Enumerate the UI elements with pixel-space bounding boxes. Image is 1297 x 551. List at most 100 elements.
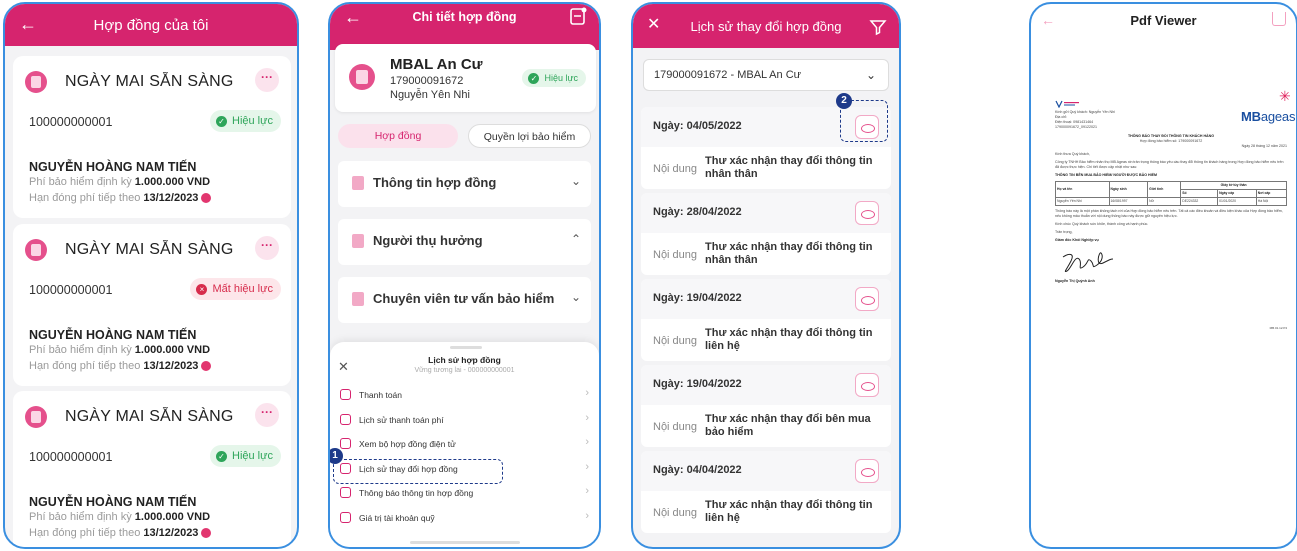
screen-contract-detail: ← Chi tiết hợp đồng MBAL An Cư 179000091…	[328, 2, 601, 549]
more-options-icon[interactable]: ···	[255, 236, 279, 260]
history-entry: Ngày: 28/04/2022 Nội dung Thư xác nhận tha…	[641, 193, 891, 275]
due-date-info: Hạn đóng phí tiếp theo 13/12/2023	[29, 192, 212, 204]
tab-bar: Hợp đồng Quyền lợi bảo hiểm	[338, 124, 591, 148]
chevron-right-icon: ›	[585, 387, 589, 399]
entry-date: Ngày: 04/04/2022	[653, 464, 742, 476]
page-title: Chi tiết hợp đồng	[412, 10, 517, 24]
people-icon	[352, 234, 364, 248]
chevron-right-icon: ›	[585, 436, 589, 448]
content-value: Thư xác nhận thay đổi bên mua bảo hiểm	[705, 413, 871, 438]
close-icon[interactable]: ✕	[647, 14, 660, 36]
document-menu-icon[interactable]	[569, 7, 587, 27]
signer-title: Giám đốc Khối Nghiệp vụ	[1055, 238, 1099, 242]
insured-name: NGUYỄN HOÀNG NAM TIẾN	[29, 160, 197, 174]
chevron-right-icon: ›	[585, 411, 589, 424]
premium-info: Phí bảo hiểm định kỳ 1.000.000 VND	[29, 176, 211, 188]
content-value: Thư xác nhận thay đổi thông tin liên hệ	[705, 499, 873, 524]
back-arrow-icon[interactable]: ←	[19, 13, 37, 35]
check-icon: ✓	[216, 450, 227, 462]
salutation: Kính thưa Quý khách,	[1055, 152, 1090, 156]
content-label: Nội dung	[653, 421, 698, 433]
sheet-title: Lịch sử hợp đồng	[428, 355, 501, 365]
screen-pdf-viewer: ← Pdf Viewer Kính gửi Quý khách: Nguyễn …	[1029, 2, 1297, 549]
body-text-2: Thông báo này là một phần không tách rời…	[1055, 209, 1283, 218]
content-value: Thư xác nhận thay đổi thông tin nhân thâ…	[705, 241, 873, 266]
back-arrow-icon[interactable]: ←	[344, 6, 362, 28]
history-entry: Ngày: 04/04/2022 Nội dung Thư xác nhận tha…	[641, 451, 891, 533]
content-value: Thư xác nhận thay đổi thông tin liên hệ	[705, 327, 873, 352]
contract-card[interactable]: NGÀY MAI SẴN SÀNG ··· 100000000001 ✓ Hiệu lự…	[13, 56, 291, 218]
home-indicator	[410, 541, 520, 544]
screen-contract-change-history: ✕ Lịch sử thay đổi hợp đồng 179000091672…	[631, 2, 901, 549]
status-badge: ✓ Hiệu lực	[522, 69, 586, 87]
menu-item-payment-history[interactable]: Lịch sử thanh toán phí ›	[330, 409, 599, 433]
menu-item-payment[interactable]: Thanh toán ›	[330, 384, 599, 408]
view-eye-icon[interactable]	[855, 201, 879, 225]
page-title: Lịch sử thay đổi hợp đồng	[690, 18, 842, 34]
contract-icon	[25, 71, 47, 93]
chevron-right-icon: ›	[585, 460, 589, 473]
contract-select[interactable]: 179000091672 - MBAL An Cư ⌄	[643, 59, 889, 91]
menu-item-contract-notice[interactable]: Thông báo thông tin hợp đồng ›	[330, 482, 599, 506]
payment-icon	[340, 389, 351, 400]
closing: Kính chúc Quý khách sức khỏe, thành công…	[1055, 222, 1149, 226]
contract-icon	[25, 406, 47, 428]
contract-number: 100000000001	[29, 115, 113, 129]
info-table: Họ và tên Ngày sinh Giới tính Giấy tờ tùy t…	[1055, 181, 1288, 206]
info-icon[interactable]	[201, 193, 212, 204]
info-icon[interactable]	[201, 361, 212, 372]
tab-insurance-benefits[interactable]: Quyền lợi bảo hiểm	[468, 124, 591, 148]
contract-summary-card: MBAL An Cư 179000091672 Nguyễn Yên Nhi ✓…	[335, 44, 596, 112]
check-icon: ✓	[216, 115, 227, 127]
entry-date: Ngày: 04/05/2022	[653, 120, 742, 132]
entry-date: Ngày: 28/04/2022	[653, 206, 742, 218]
sheet-subtitle: Vững tương lai - 000000000001	[414, 367, 515, 374]
menu-item-e-contract[interactable]: Xem bộ hợp đồng điện tử ›	[330, 433, 599, 457]
product-title: NGÀY MAI SẴN SÀNG	[65, 73, 234, 90]
signature	[1062, 252, 1114, 272]
contract-number: 100000000001	[29, 283, 113, 297]
sheet-handle[interactable]	[450, 346, 482, 349]
insured-name: NGUYỄN HOÀNG NAM TIẾN	[29, 495, 197, 509]
screen-my-contracts: ← Hợp đồng của tôi NGÀY MAI SẴN SÀNG ··· 1…	[3, 2, 299, 549]
view-eye-icon[interactable]	[855, 459, 879, 483]
contract-number: 100000000001	[29, 450, 113, 464]
body-text: Công ty TNHH Bảo hiểm nhân thọ MB Ageas …	[1055, 160, 1284, 169]
due-date-info: Hạn đóng phí tiếp theo 13/12/2023	[29, 527, 212, 539]
pdf-document: Kính gửi Quý khách: Nguyễn Yên Nhi Địa c…	[1055, 89, 1295, 331]
contract-card[interactable]: NGÀY MAI SẴN SÀNG ··· 100000000001 × Mất hiệ…	[13, 224, 291, 386]
download-icon[interactable]	[1272, 12, 1286, 26]
status-badge: × Mất hiệu lực	[190, 278, 281, 300]
view-eye-icon[interactable]	[855, 287, 879, 311]
content-label: Nội dung	[653, 507, 698, 519]
section-advisor[interactable]: Chuyên viên tư vấn bảo hiểm ⌄	[338, 277, 591, 323]
section-contract-info[interactable]: Thông tin hợp đồng ⌄	[338, 161, 591, 207]
mb-ageas-logo: MBageas	[1241, 109, 1296, 124]
chevron-down-icon: ⌄	[570, 174, 581, 188]
entry-date: Ngày: 19/04/2022	[653, 378, 742, 390]
more-options-icon[interactable]: ···	[255, 68, 279, 92]
tab-contract[interactable]: Hợp đồng	[338, 124, 458, 148]
table-title: THÔNG TIN BÊN MUA BẢO HIỂM/ NGƯỜI ĐƯỢC B…	[1055, 173, 1158, 177]
chevron-down-icon: ⌄	[570, 290, 581, 304]
content-label: Nội dung	[653, 249, 698, 261]
contract-icon	[25, 239, 47, 261]
doc-date: Ngày 28 tháng 12 năm 2021	[1241, 144, 1287, 148]
section-beneficiaries[interactable]: Người thụ hưởng ⌃	[338, 219, 591, 265]
menu-item-fund-value[interactable]: Giá trị tài khoản quỹ ›	[330, 507, 599, 531]
contract-id: 179000091672	[390, 75, 464, 87]
filter-icon[interactable]	[869, 17, 887, 37]
insured-name: Nguyễn Yên Nhi	[390, 89, 470, 101]
contract-notice-icon	[340, 487, 351, 498]
x-icon: ×	[196, 283, 208, 295]
entry-date: Ngày: 19/04/2022	[653, 292, 742, 304]
chevron-right-icon: ›	[585, 509, 589, 522]
view-eye-icon[interactable]	[855, 373, 879, 397]
document-icon	[352, 176, 364, 190]
more-options-icon[interactable]: ···	[255, 403, 279, 427]
info-icon[interactable]	[201, 528, 212, 539]
contract-card[interactable]: NGÀY MAI SẴN SÀNG ··· 100000000001 ✓ Hiệu lự…	[13, 391, 291, 547]
check-icon: ✓	[528, 72, 540, 84]
chevron-down-icon: ⌄	[865, 68, 876, 82]
product-name: MBAL An Cư	[390, 56, 483, 73]
